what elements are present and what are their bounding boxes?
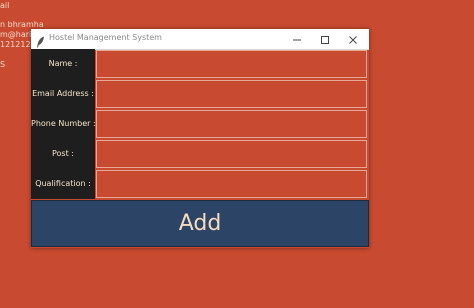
app-window: Hostel Management System Name : Email Ad…: [31, 29, 369, 248]
minimize-icon: [292, 30, 302, 49]
feather-icon: [36, 33, 46, 48]
window-title: Hostel Management System: [49, 33, 162, 42]
email-label: Email Address :: [32, 89, 94, 98]
phone-label: Phone Number :: [31, 119, 96, 128]
email-field[interactable]: [96, 80, 367, 108]
post-label: Post :: [52, 149, 74, 158]
add-button[interactable]: Add: [31, 200, 369, 247]
title-bar[interactable]: Hostel Management System: [31, 29, 369, 50]
background-text-line-1: ail: [0, 1, 10, 10]
label-panel: Name : Email Address : Phone Number : Po…: [31, 49, 96, 199]
maximize-button[interactable]: [311, 29, 339, 49]
qualification-field[interactable]: [96, 170, 367, 198]
background-text-line-5: S: [0, 60, 6, 69]
close-icon: [348, 30, 358, 49]
post-field[interactable]: [96, 140, 367, 168]
background-text-line-4: 121212: [0, 40, 31, 49]
name-label: Name :: [48, 59, 78, 68]
close-button[interactable]: [339, 29, 367, 49]
window-body: Name : Email Address : Phone Number : Po…: [31, 49, 369, 248]
name-field[interactable]: [96, 50, 367, 78]
qualification-label: Qualification :: [35, 179, 91, 188]
minimize-button[interactable]: [283, 29, 311, 49]
maximize-icon: [320, 30, 330, 49]
phone-field[interactable]: [96, 110, 367, 138]
